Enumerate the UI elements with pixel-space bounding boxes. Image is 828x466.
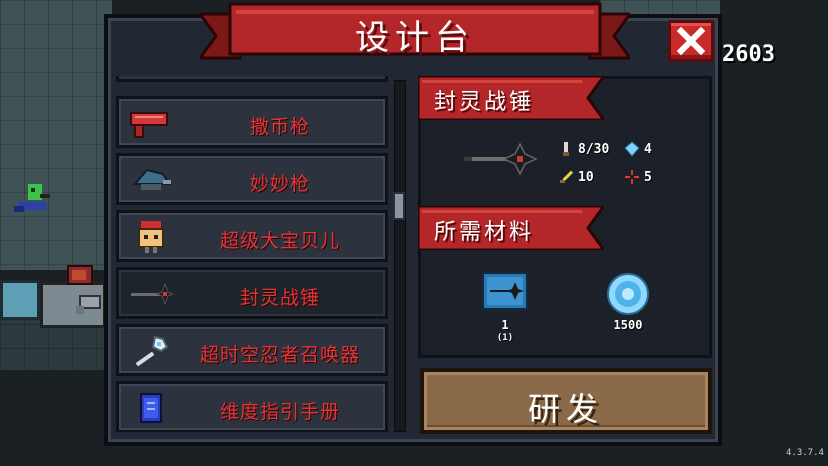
damage-sword-icon (560, 170, 574, 183)
machine-screen (0, 280, 40, 320)
list-item[interactable]: 超级大宝贝儿 (116, 210, 388, 262)
ammo-icon (563, 142, 569, 156)
list-item-label: 超级大宝贝儿 (219, 230, 340, 252)
page-title: 设计台 (355, 18, 475, 58)
anvil-tools-icon (67, 265, 101, 314)
critical-crosshair-icon (625, 170, 639, 184)
energy-crystal-icon (624, 141, 640, 157)
dimension-manual-icon (140, 393, 162, 423)
weapon-preview-icon (464, 142, 538, 176)
close-icon (676, 26, 706, 56)
stat-energy: 4 (644, 142, 652, 157)
list-item-partial (116, 76, 388, 82)
materials-title: 所需材料 (434, 220, 535, 245)
materials-ribbon: 所需材料 (418, 206, 604, 250)
stat-damage: 10 (578, 170, 594, 185)
recipe-list[interactable]: 撒币枪 妙妙枪 超级大宝贝儿 封灵战锤 超时空忍者召唤器 维度指引手册 (116, 76, 392, 432)
blueprint-icon (482, 272, 528, 310)
red-coin-gun-icon (130, 112, 168, 138)
gem-icon (607, 273, 649, 315)
list-item[interactable]: 妙妙枪 (116, 153, 388, 205)
version-label: 4.3.7.4 (786, 448, 824, 458)
item-name-ribbon: 封灵战锤 (418, 76, 604, 120)
coin-counter: 2603 (722, 42, 775, 67)
list-item-selected[interactable]: 封灵战锤 (116, 267, 388, 319)
blueprint-owned: (1) (496, 333, 514, 343)
list-item[interactable]: 维度指引手册 (116, 381, 388, 432)
blueprint-count: 1 (501, 318, 509, 332)
list-scrollbar[interactable] (394, 80, 406, 432)
scrollbar-thumb[interactable] (393, 192, 405, 220)
cat-gun-icon (132, 168, 171, 190)
player-character-icon (14, 184, 50, 212)
list-item-label: 超时空忍者召唤器 (199, 344, 360, 366)
list-item-label: 封灵战锤 (239, 287, 320, 309)
research-button[interactable]: 研发 (420, 368, 712, 434)
list-item-label: 撒币枪 (249, 116, 310, 138)
list-item[interactable]: 撒币枪 (116, 96, 388, 148)
gem-count: 1500 (613, 318, 643, 332)
war-hammer-icon (131, 282, 173, 306)
floor-area-left (0, 0, 112, 270)
title-ribbon: 设计台 (200, 0, 630, 66)
list-item[interactable]: 超时空忍者召唤器 (116, 324, 388, 376)
research-button-label: 研发 (527, 390, 604, 428)
ninja-summoner-icon (135, 335, 169, 367)
stat-critical: 5 (644, 170, 652, 185)
stat-ammo: 8/30 (578, 142, 610, 157)
close-button[interactable] (668, 20, 714, 62)
list-item-label: 维度指引手册 (219, 401, 340, 423)
item-name: 封灵战锤 (434, 90, 535, 115)
baby-pet-icon (138, 221, 164, 253)
list-item-label: 妙妙枪 (249, 173, 310, 195)
